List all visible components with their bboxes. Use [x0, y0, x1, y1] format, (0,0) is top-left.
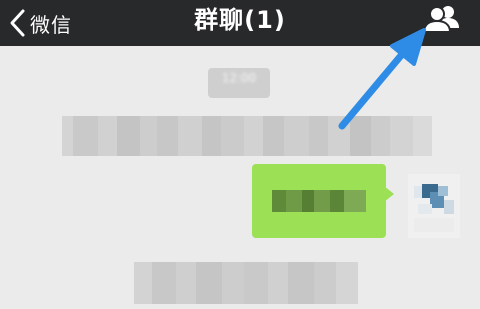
avatar[interactable]: [408, 174, 460, 238]
message-text-blurred: [272, 190, 366, 212]
navbar: 微信 群聊(1): [0, 0, 480, 46]
chat-title: 群聊(1): [194, 6, 286, 34]
timestamp-badge: 12:00: [208, 68, 270, 98]
bubble-tail: [384, 186, 394, 202]
system-message: [62, 116, 432, 156]
group-members-button[interactable]: [418, 2, 466, 36]
outgoing-message-bubble[interactable]: [252, 164, 386, 238]
group-members-icon: [422, 6, 459, 33]
chat-screen: 微信 群聊(1) 12:00: [0, 0, 480, 309]
message-list[interactable]: 12:00: [0, 46, 480, 309]
timestamp: 12:00: [221, 71, 257, 85]
system-message: [134, 262, 358, 304]
